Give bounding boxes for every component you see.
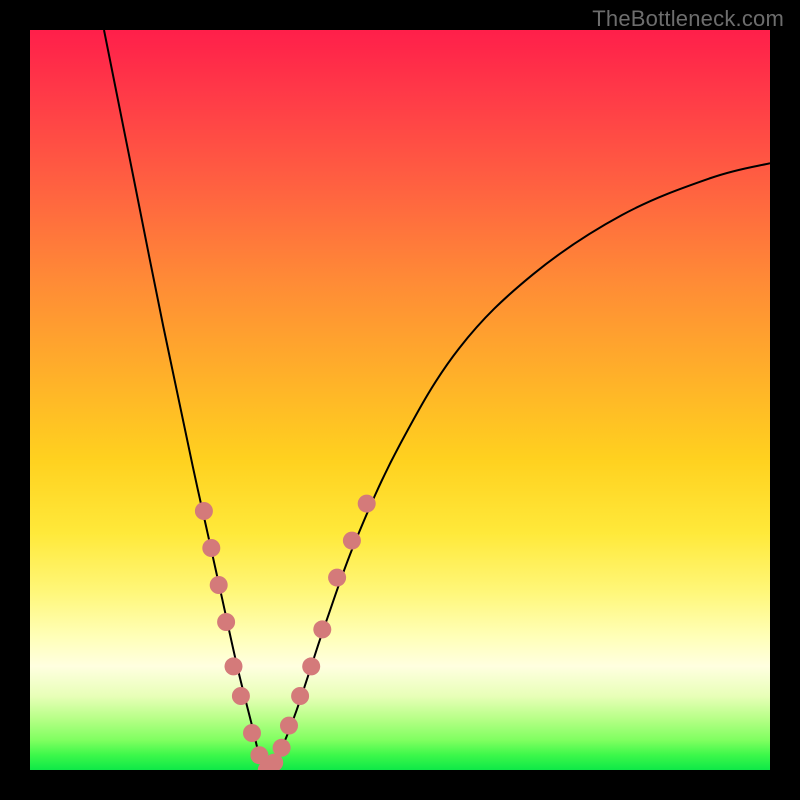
sample-dot bbox=[291, 687, 309, 705]
sample-dot bbox=[273, 739, 291, 757]
chart-frame: TheBottleneck.com bbox=[0, 0, 800, 800]
sample-dot bbox=[217, 613, 235, 631]
sample-dot bbox=[302, 657, 320, 675]
sample-dot bbox=[210, 576, 228, 594]
watermark-text: TheBottleneck.com bbox=[592, 6, 784, 32]
sample-dots bbox=[195, 495, 376, 770]
sample-dot bbox=[343, 532, 361, 550]
curve-left-branch bbox=[104, 30, 267, 770]
sample-dot bbox=[232, 687, 250, 705]
curve-right-branch bbox=[267, 163, 770, 770]
sample-dot bbox=[313, 620, 331, 638]
sample-dot bbox=[358, 495, 376, 513]
sample-dot bbox=[280, 717, 298, 735]
sample-dot bbox=[243, 724, 261, 742]
sample-dot bbox=[225, 657, 243, 675]
curve-svg bbox=[30, 30, 770, 770]
plot-area bbox=[30, 30, 770, 770]
sample-dot bbox=[195, 502, 213, 520]
sample-dot bbox=[202, 539, 220, 557]
sample-dot bbox=[328, 569, 346, 587]
